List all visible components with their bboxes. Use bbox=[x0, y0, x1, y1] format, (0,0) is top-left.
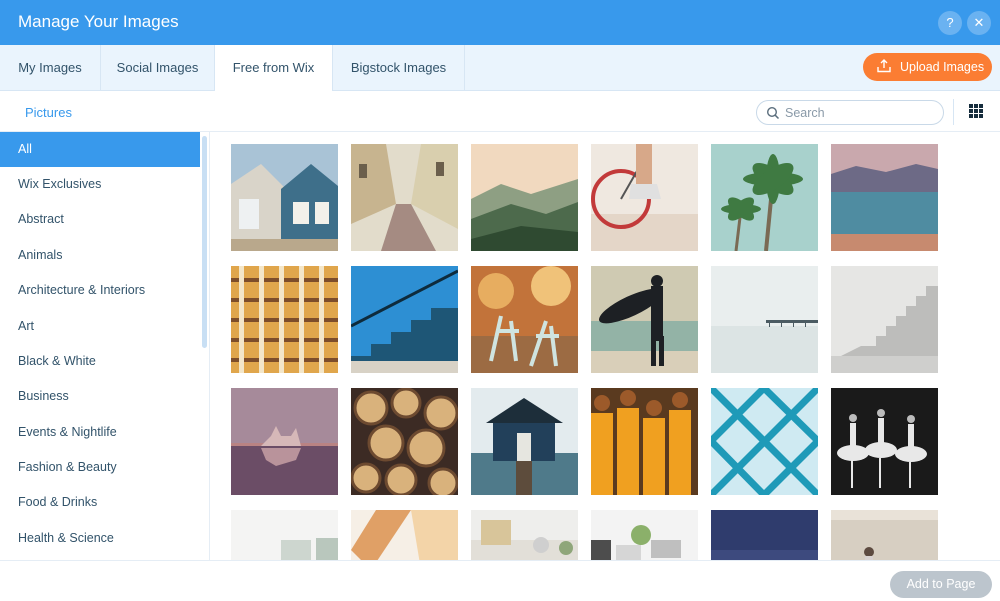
image-thumbnail[interactable] bbox=[591, 266, 698, 373]
image-thumbnail[interactable] bbox=[471, 388, 578, 495]
category-events-nightlife[interactable]: Events & Nightlife bbox=[0, 415, 200, 450]
search-input[interactable] bbox=[785, 104, 935, 122]
category-wix-exclusives[interactable]: Wix Exclusives bbox=[0, 167, 200, 202]
image-thumbnail[interactable] bbox=[231, 144, 338, 251]
tab-my-images[interactable]: My Images bbox=[0, 45, 101, 91]
help-icon[interactable]: ? bbox=[938, 11, 962, 35]
image-thumbnail[interactable] bbox=[351, 266, 458, 373]
category-animals[interactable]: Animals bbox=[0, 238, 200, 273]
category-art[interactable]: Art bbox=[0, 309, 200, 344]
image-gallery bbox=[211, 132, 1000, 560]
image-thumbnail[interactable] bbox=[711, 266, 818, 373]
image-thumbnail[interactable] bbox=[351, 144, 458, 251]
category-business[interactable]: Business bbox=[0, 379, 200, 414]
dialog-title: Manage Your Images bbox=[18, 12, 179, 31]
image-thumbnail[interactable] bbox=[711, 144, 818, 251]
image-thumbnail[interactable] bbox=[591, 144, 698, 251]
upload-images-button[interactable]: Upload Images bbox=[863, 53, 992, 81]
image-thumbnail[interactable] bbox=[711, 388, 818, 495]
category-black-white[interactable]: Black & White bbox=[0, 344, 200, 379]
category-fashion-beauty[interactable]: Fashion & Beauty bbox=[0, 450, 200, 485]
breadcrumb[interactable]: Pictures bbox=[25, 105, 72, 120]
image-thumbnail[interactable] bbox=[231, 266, 338, 373]
sub-toolbar: Pictures bbox=[0, 91, 1000, 132]
image-thumbnail[interactable] bbox=[351, 510, 458, 560]
image-thumbnail[interactable] bbox=[831, 266, 938, 373]
add-to-page-button[interactable]: Add to Page bbox=[890, 571, 992, 598]
image-thumbnail[interactable] bbox=[231, 388, 338, 495]
tab-bigstock-images[interactable]: Bigstock Images bbox=[333, 45, 465, 91]
image-thumbnail[interactable] bbox=[831, 388, 938, 495]
sidebar-scrollbar[interactable] bbox=[202, 136, 207, 348]
category-all[interactable]: All bbox=[0, 132, 200, 167]
image-thumbnail[interactable] bbox=[831, 510, 938, 560]
category-architecture-interiors[interactable]: Architecture & Interiors bbox=[0, 273, 200, 308]
upload-images-label: Upload Images bbox=[900, 60, 985, 74]
image-thumbnail[interactable] bbox=[231, 510, 338, 560]
category-sidebar: All Wix Exclusives Abstract Animals Arch… bbox=[0, 132, 210, 560]
image-thumbnail[interactable] bbox=[831, 144, 938, 251]
close-icon[interactable]: ✕ bbox=[967, 11, 991, 35]
upload-icon bbox=[877, 59, 891, 76]
category-health-science[interactable]: Health & Science bbox=[0, 521, 200, 556]
image-thumbnail[interactable] bbox=[591, 388, 698, 495]
toolbar-divider bbox=[953, 99, 954, 125]
title-bar: Manage Your Images ? ✕ bbox=[0, 0, 1000, 45]
image-thumbnail[interactable] bbox=[471, 144, 578, 251]
tabs-bar: My Images Social Images Free from Wix Bi… bbox=[0, 45, 1000, 92]
dialog-footer: Add to Page bbox=[0, 560, 1000, 601]
image-thumbnail[interactable] bbox=[711, 510, 818, 560]
image-thumbnail[interactable] bbox=[471, 266, 578, 373]
search-icon bbox=[766, 106, 780, 120]
tab-social-images[interactable]: Social Images bbox=[101, 45, 215, 91]
search-box[interactable] bbox=[756, 100, 944, 125]
image-thumbnail[interactable] bbox=[351, 388, 458, 495]
image-thumbnail[interactable] bbox=[471, 510, 578, 560]
tab-free-from-wix[interactable]: Free from Wix bbox=[215, 45, 333, 92]
category-abstract[interactable]: Abstract bbox=[0, 202, 200, 237]
image-thumbnail[interactable] bbox=[591, 510, 698, 560]
category-food-drinks[interactable]: Food & Drinks bbox=[0, 485, 200, 520]
grid-view-icon[interactable] bbox=[969, 104, 983, 118]
